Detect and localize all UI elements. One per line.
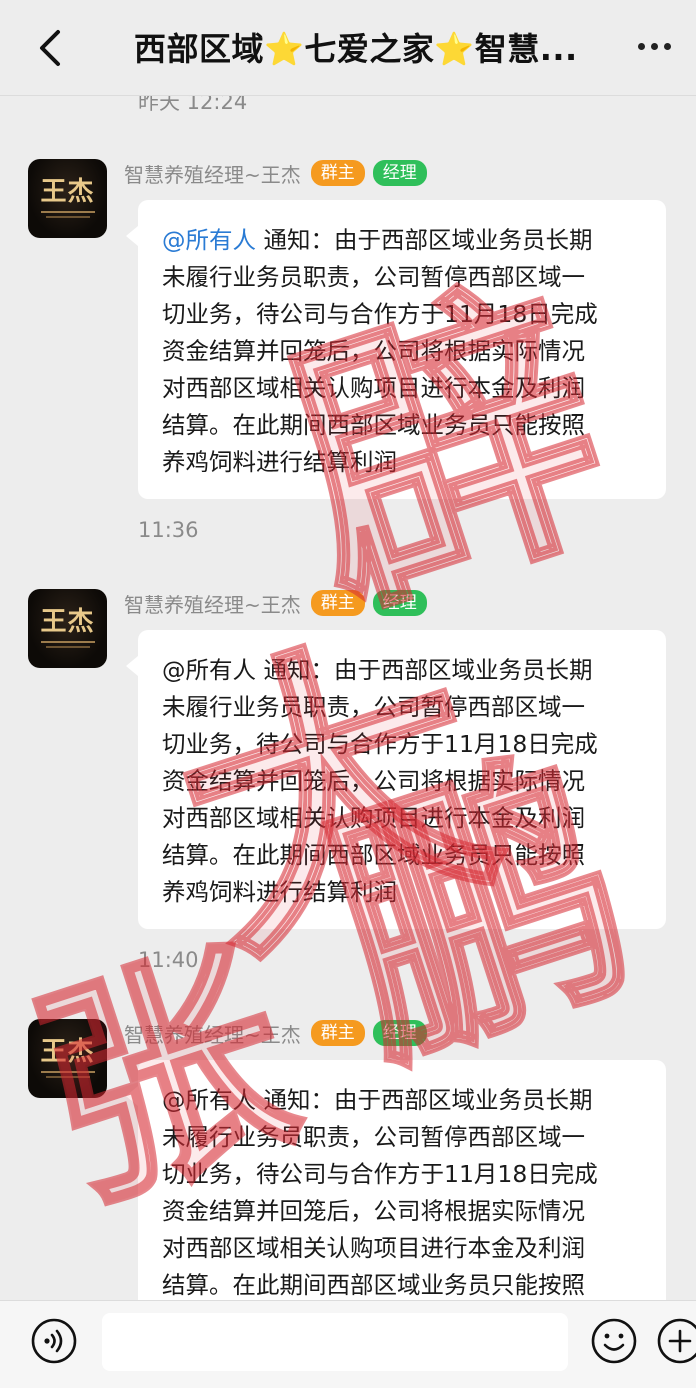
more-button[interactable] xyxy=(622,28,686,64)
mention-all-link[interactable]: @所有人 xyxy=(162,226,256,254)
chevron-left-icon xyxy=(40,30,60,66)
message-line: 未履行业务员职责，公司暂停西部区域一 xyxy=(162,1123,585,1151)
message-line: 通知：由于西部区域业务员长期 xyxy=(256,1086,593,1114)
message-input[interactable] xyxy=(102,1313,568,1371)
message-line: 通知：由于西部区域业务员长期 xyxy=(256,656,593,684)
voice-button[interactable] xyxy=(30,1317,78,1365)
message-line: 对西部区域相关认购项目进行本金及利润 xyxy=(162,1234,585,1262)
owner-badge: 群主 xyxy=(310,160,365,186)
message-line: 对西部区域相关认购项目进行本金及利润 xyxy=(162,804,585,832)
message-line: 切业务，待公司与合作方于11月18日完成 xyxy=(162,1160,598,1188)
message-line: 切业务，待公司与合作方于11月18日完成 xyxy=(162,730,598,758)
more-dot xyxy=(663,42,671,50)
message-line: 结算。在此期间西部区域业务员只能按照 xyxy=(162,1271,585,1299)
message-bubble[interactable]: @所有人 通知：由于西部区域业务员长期 未履行业务员职责，公司暂停西部区域一 切… xyxy=(126,1060,666,1300)
emoji-button[interactable] xyxy=(590,1317,638,1365)
avatar-label: 王杰 xyxy=(40,1037,95,1067)
message-line: 通知：由于西部区域业务员长期 xyxy=(256,226,593,254)
message-line: 未履行业务员职责，公司暂停西部区域一 xyxy=(162,263,585,291)
avatar-label: 王杰 xyxy=(40,177,95,207)
mention-all-link[interactable]: @所有人 xyxy=(162,1086,256,1114)
sender-name: 智慧养殖经理~王杰 xyxy=(124,162,301,187)
input-bar xyxy=(0,1300,696,1388)
owner-badge: 群主 xyxy=(310,590,365,616)
message-line: 资金结算并回笼后，公司将根据实际情况 xyxy=(162,337,585,365)
avatar-decoration xyxy=(45,646,90,648)
avatar-decoration xyxy=(40,1071,95,1073)
avatar-decoration xyxy=(40,641,95,643)
avatar-decoration xyxy=(45,1076,90,1078)
avatar[interactable]: 王杰 xyxy=(28,589,107,668)
message-line: 养鸡饲料进行结算利润 xyxy=(162,448,397,476)
message-bubble[interactable]: @所有人 通知：由于西部区域业务员长期 未履行业务员职责，公司暂停西部区域一 切… xyxy=(126,200,666,499)
sender-row: 智慧养殖经理~王杰 群主 经理 xyxy=(124,588,427,618)
message-line: 结算。在此期间西部区域业务员只能按照 xyxy=(162,841,585,869)
sender-name: 智慧养殖经理~王杰 xyxy=(124,1022,301,1047)
voice-icon xyxy=(31,1318,77,1364)
more-dot xyxy=(650,42,658,50)
message-timestamp: 昨天 12:24 xyxy=(138,96,248,114)
avatar-decoration xyxy=(40,211,95,213)
message-timestamp: 11:36 xyxy=(138,518,199,542)
avatar-decoration xyxy=(45,216,90,218)
manager-badge: 经理 xyxy=(372,160,427,186)
avatar[interactable]: 王杰 xyxy=(28,159,107,238)
sender-row: 智慧养殖经理~王杰 群主 经理 xyxy=(124,158,427,188)
message-line: 资金结算并回笼后，公司将根据实际情况 xyxy=(162,767,585,795)
message-bubble[interactable]: @所有人 通知：由于西部区域业务员长期 未履行业务员职责，公司暂停西部区域一 切… xyxy=(126,630,666,929)
message-line: 未履行业务员职责，公司暂停西部区域一 xyxy=(162,693,585,721)
avatar[interactable]: 王杰 xyxy=(28,1019,107,1098)
message-timestamp: 11:40 xyxy=(138,948,199,972)
message-line: 对西部区域相关认购项目进行本金及利润 xyxy=(162,374,585,402)
sender-name: 智慧养殖经理~王杰 xyxy=(124,592,301,617)
message-line: 养鸡饲料进行结算利润 xyxy=(162,878,397,906)
mention-all-link[interactable]: @所有人 xyxy=(162,656,256,684)
message-line: 结算。在此期间西部区域业务员只能按照 xyxy=(162,411,585,439)
emoji-icon xyxy=(591,1318,637,1364)
sender-row: 智慧养殖经理~王杰 群主 经理 xyxy=(124,1018,427,1048)
plus-icon xyxy=(657,1318,696,1364)
avatar-label: 王杰 xyxy=(40,607,95,637)
chat-title: 西部区域⭐七爱之家⭐智慧... xyxy=(134,30,578,68)
manager-badge: 经理 xyxy=(372,1020,427,1046)
manager-badge: 经理 xyxy=(372,590,427,616)
message-line: 切业务，待公司与合作方于11月18日完成 xyxy=(162,300,598,328)
plus-button[interactable] xyxy=(656,1317,696,1365)
chat-messages-area[interactable]: 昨天 12:24 王杰 智慧养殖经理~王杰 群主 经理 @所有人 通知：由于西部… xyxy=(0,96,696,1300)
chat-header: 西部区域⭐七爱之家⭐智慧... xyxy=(0,0,696,96)
back-button[interactable] xyxy=(24,22,76,74)
owner-badge: 群主 xyxy=(310,1020,365,1046)
message-line: 资金结算并回笼后，公司将根据实际情况 xyxy=(162,1197,585,1225)
more-dots-icon xyxy=(637,42,645,50)
